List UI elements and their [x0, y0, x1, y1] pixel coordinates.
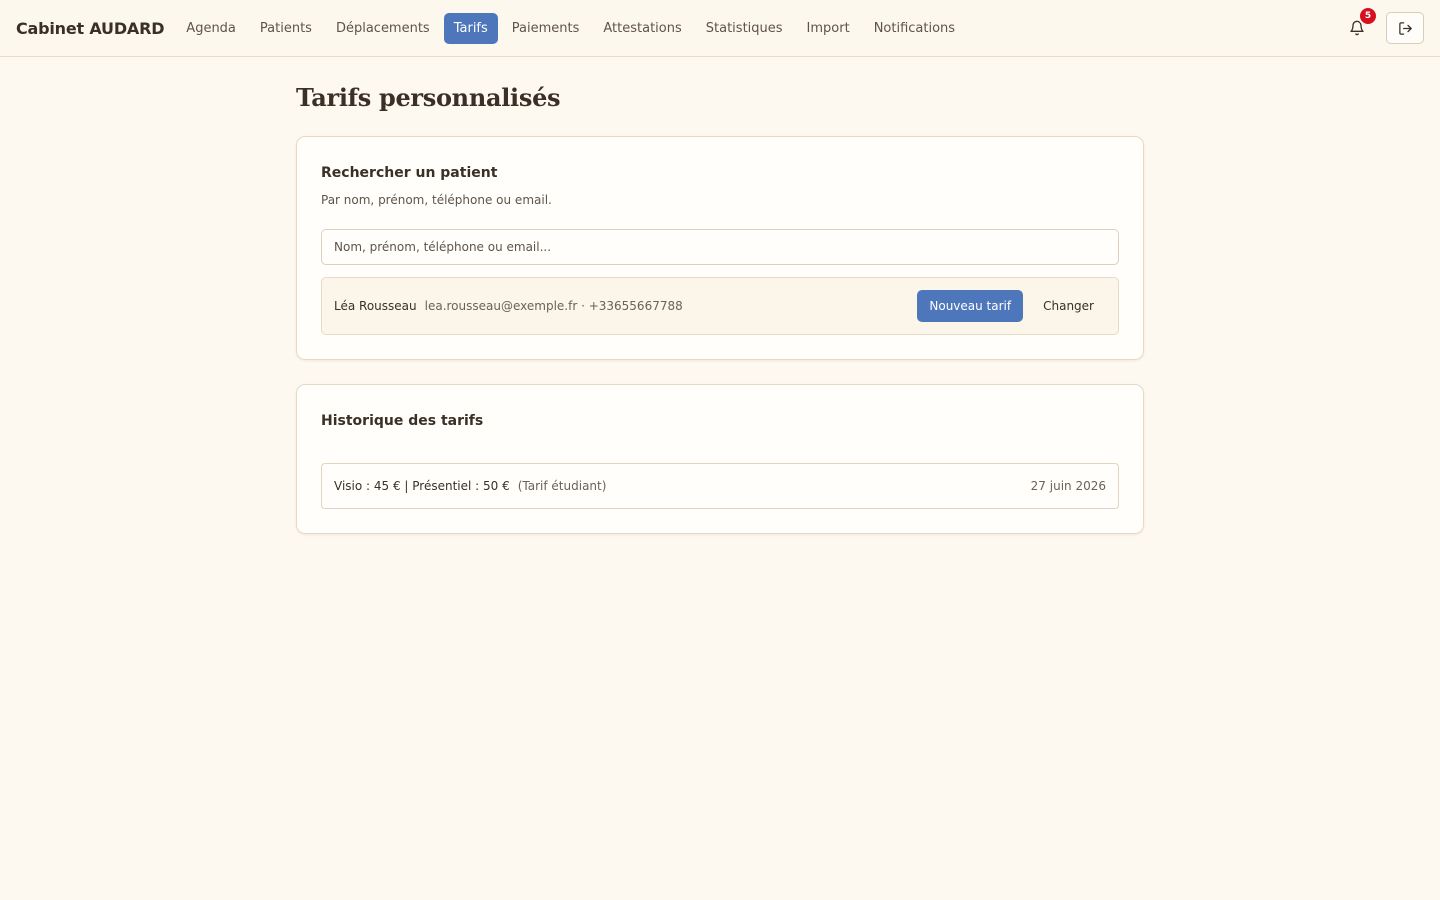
patient-name: Léa Rousseau: [334, 299, 417, 313]
new-tarif-button[interactable]: Nouveau tarif: [917, 290, 1024, 322]
patient-search-input[interactable]: [321, 229, 1119, 265]
nav-item-import[interactable]: Import: [797, 13, 860, 44]
search-patient-card: Rechercher un patient Par nom, prénom, t…: [296, 136, 1144, 360]
page-title: Tarifs personnalisés: [296, 83, 561, 112]
history-tarif-note: (Tarif étudiant): [517, 479, 607, 493]
history-tarif-value: Visio : 45 € | Présentiel : 50 €: [334, 479, 510, 493]
main-content: Tarifs personnalisés Rechercher un patie…: [296, 57, 1144, 534]
nav-item-paiements[interactable]: Paiements: [502, 13, 590, 44]
change-patient-button[interactable]: Changer: [1031, 290, 1106, 322]
app-brand[interactable]: Cabinet AUDARD: [16, 19, 164, 38]
nav-item-agenda[interactable]: Agenda: [176, 13, 246, 44]
nav-item-deplacements[interactable]: Déplacements: [326, 13, 440, 44]
nav-item-patients[interactable]: Patients: [250, 13, 322, 44]
patient-contact: lea.rousseau@exemple.fr · +33655667788: [424, 299, 683, 313]
search-card-subtitle: Par nom, prénom, téléphone ou email.: [321, 193, 552, 207]
header-actions: 5: [1342, 6, 1424, 44]
notification-count-badge: 5: [1358, 6, 1378, 26]
history-card-title: Historique des tarifs: [321, 413, 484, 429]
top-navbar: Cabinet AUDARD Agenda Patients Déplaceme…: [0, 0, 1440, 57]
nav-item-tarifs[interactable]: Tarifs: [443, 12, 498, 44]
nav-item-attestations[interactable]: Attestations: [593, 13, 691, 44]
logout-icon: [1398, 21, 1412, 35]
tarif-history-card: Historique des tarifs Visio : 45 € | Pré…: [296, 384, 1144, 534]
selected-patient-row: Léa Rousseau lea.rousseau@exemple.fr · +…: [321, 277, 1119, 335]
nav-item-notifications[interactable]: Notifications: [864, 13, 965, 44]
history-tarif-date: 27 juin 2026: [1030, 479, 1106, 493]
nav-item-statistiques[interactable]: Statistiques: [696, 13, 793, 44]
logout-button[interactable]: [1386, 12, 1424, 44]
main-nav: Agenda Patients Déplacements Tarifs Paie…: [176, 12, 965, 44]
notifications-button[interactable]: 5: [1342, 6, 1378, 44]
list-item: Visio : 45 € | Présentiel : 50 € (Tarif …: [321, 463, 1119, 509]
search-card-title: Rechercher un patient: [321, 165, 498, 181]
